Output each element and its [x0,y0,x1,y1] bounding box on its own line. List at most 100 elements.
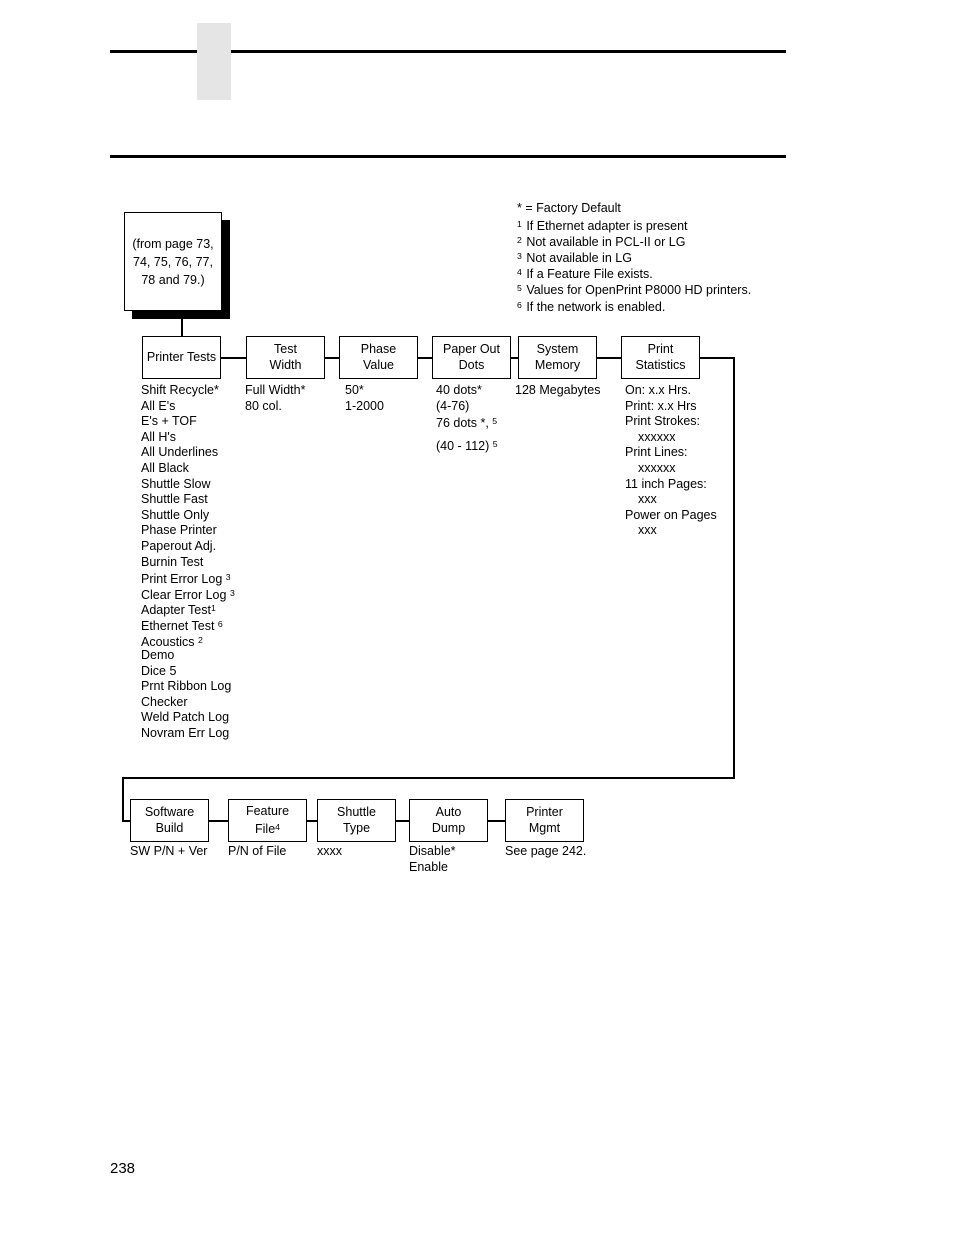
option-item: All Underlines [141,445,219,460]
option-item: Print Strokes: [625,414,701,429]
option-item: Shuttle Only [141,507,210,522]
menu-box-feature-file-footnote: 4 [275,821,280,832]
option-item: xxxxxx [638,429,676,444]
footnote-line: 5 Values for OpenPrint P8000 HD printers… [517,283,752,298]
footnote-marker: 4 [517,267,522,278]
connector-wrap-left [122,777,124,821]
option-list-printer-mgmt: See page 242. [505,844,586,860]
option-item: Power on Pages [625,507,717,522]
option-item: Ethernet Test 6 [141,618,223,633]
menu-box-feature-file[interactable]: Feature File4 [228,799,307,842]
page-number: 238 [110,1160,136,1177]
option-item-footnote: 1 [210,603,216,614]
footnote-line: 1 If Ethernet adapter is present [517,219,688,234]
connector-auto-dump-printer-mgmt [488,820,505,822]
option-item: Print: x.x Hrs [625,398,697,413]
menu-box-print-statistics[interactable]: Print Statistics [621,336,700,379]
option-item: Adapter Test1 [141,603,216,618]
option-item: xxxx [317,844,342,858]
option-list-shuttle-type: xxxx [317,844,342,860]
option-item: 50* [345,383,364,397]
menu-box-auto-dump-line-1: Auto [435,805,462,819]
menu-box-paper-out-dots-line-2: Dots [458,357,485,372]
menu-box-shuttle-type[interactable]: Shuttle Type [317,799,396,842]
connector-paper-out-system-memory [511,357,518,359]
option-item: P/N of File [228,844,287,858]
menu-box-software-build-line-1: Software [144,805,195,819]
connector-printer-tests-test-width [221,357,246,359]
footnote-line: 6 If the network is enabled. [517,299,666,314]
connector-feature-file-shuttle-type [307,820,317,822]
menu-box-printer-tests[interactable]: Printer Tests [142,336,221,379]
connector-wrap-bottom [122,777,734,779]
option-item: All H's [141,429,177,444]
option-list-system-memory: 128 Megabytes [515,383,600,399]
option-item: Clear Error Log 3 [141,587,235,602]
option-list-paper-out-dots: 40 dots* (4-76) 76 dots *, 5 (40 - 112) 5 [436,383,498,453]
option-item: Phase Printer [141,523,217,538]
header-rule-bottom [110,155,786,158]
menu-box-shuttle-type-line-1: Shuttle [337,805,376,819]
connector-wrap-right [733,357,735,779]
footnote-line: 4 If a Feature File exists. [517,267,653,282]
option-list-print-statistics: On: x.x Hrs. Print: x.x Hrs Print Strokes:… [625,383,717,539]
menu-box-printer-mgmt-line-2: Mgmt [528,820,561,835]
menu-box-print-statistics-line-2: Statistics [635,357,686,372]
footnote-marker: 3 [517,251,522,262]
connector-wrap-top [700,357,734,359]
option-item: 11 inch Pages: [625,476,707,491]
menu-box-printer-mgmt[interactable]: Printer Mgmt [505,799,584,842]
option-item: Demo [141,648,175,663]
option-item: Shuttle Fast [141,492,208,507]
menu-box-system-memory[interactable]: System Memory [518,336,597,379]
menu-box-software-build-line-2: Build [155,820,184,835]
option-item: 40 dots* [436,383,482,397]
option-list-phase-value: 50* 1-2000 [345,383,384,414]
connector-phase-value-paper-out [418,357,432,359]
menu-box-system-memory-line-1: System [536,342,579,356]
menu-box-feature-file-line-2: File [255,821,276,836]
menu-box-auto-dump-line-2: Dump [431,820,466,835]
menu-box-shuttle-type-line-2: Type [342,820,371,835]
option-list-feature-file: P/N of File [228,844,286,860]
menu-box-feature-file-line-1: Feature [245,804,290,818]
chapter-tab-marker [197,23,231,100]
option-item: 76 dots *, 5 [436,416,498,431]
menu-box-auto-dump[interactable]: Auto Dump [409,799,488,842]
option-item: 128 Megabytes [515,383,601,397]
option-item: xxxxxx [638,460,676,475]
option-item: Disable* [409,844,456,858]
option-list-auto-dump: Disable* Enable [409,844,456,875]
menu-box-paper-out-dots[interactable]: Paper Out Dots [432,336,511,379]
menu-box-paper-out-dots-line-1: Paper Out [443,342,500,356]
option-item: All E's [141,398,176,413]
option-item: Shuttle Slow [141,476,211,491]
option-item: Prnt Ribbon Log [141,679,232,694]
option-item: xxx [638,492,657,507]
option-item-footnote: 6 [217,618,223,629]
footnote-line: * = Factory Default [517,201,621,215]
menu-box-software-build[interactable]: Software Build [130,799,209,842]
from-page-line-2: 74, 75, 76, 77, [133,254,213,269]
option-item: Burnin Test [141,554,204,569]
option-item: On: x.x Hrs. [625,383,691,397]
option-item-footnote: 2 [197,634,203,645]
option-item: Shift Recycle* [141,383,219,397]
option-list-software-build: SW P/N + Ver [130,844,207,860]
menu-box-phase-value[interactable]: Phase Value [339,336,418,379]
connector-system-memory-print-stats [597,357,621,359]
option-item: (40 - 112) 5 [436,439,498,454]
option-item: Paperout Adj. [141,538,217,553]
option-item: E's + TOF [141,414,197,429]
menu-box-test-width[interactable]: Test Width [246,336,325,379]
menu-box-test-width-line-1: Test [274,342,297,356]
footnote-marker: 2 [517,235,522,246]
option-item: SW P/N + Ver [130,844,208,858]
menu-box-printer-tests-line-1: Printer Tests [146,349,217,364]
menu-box-printer-mgmt-line-1: Printer [526,805,563,819]
option-item: 1-2000 [345,398,384,413]
footnote-marker: 1 [517,219,522,230]
option-item: Novram Err Log [141,726,230,741]
option-item: Weld Patch Log [141,710,230,725]
option-item: Enable [409,859,448,874]
